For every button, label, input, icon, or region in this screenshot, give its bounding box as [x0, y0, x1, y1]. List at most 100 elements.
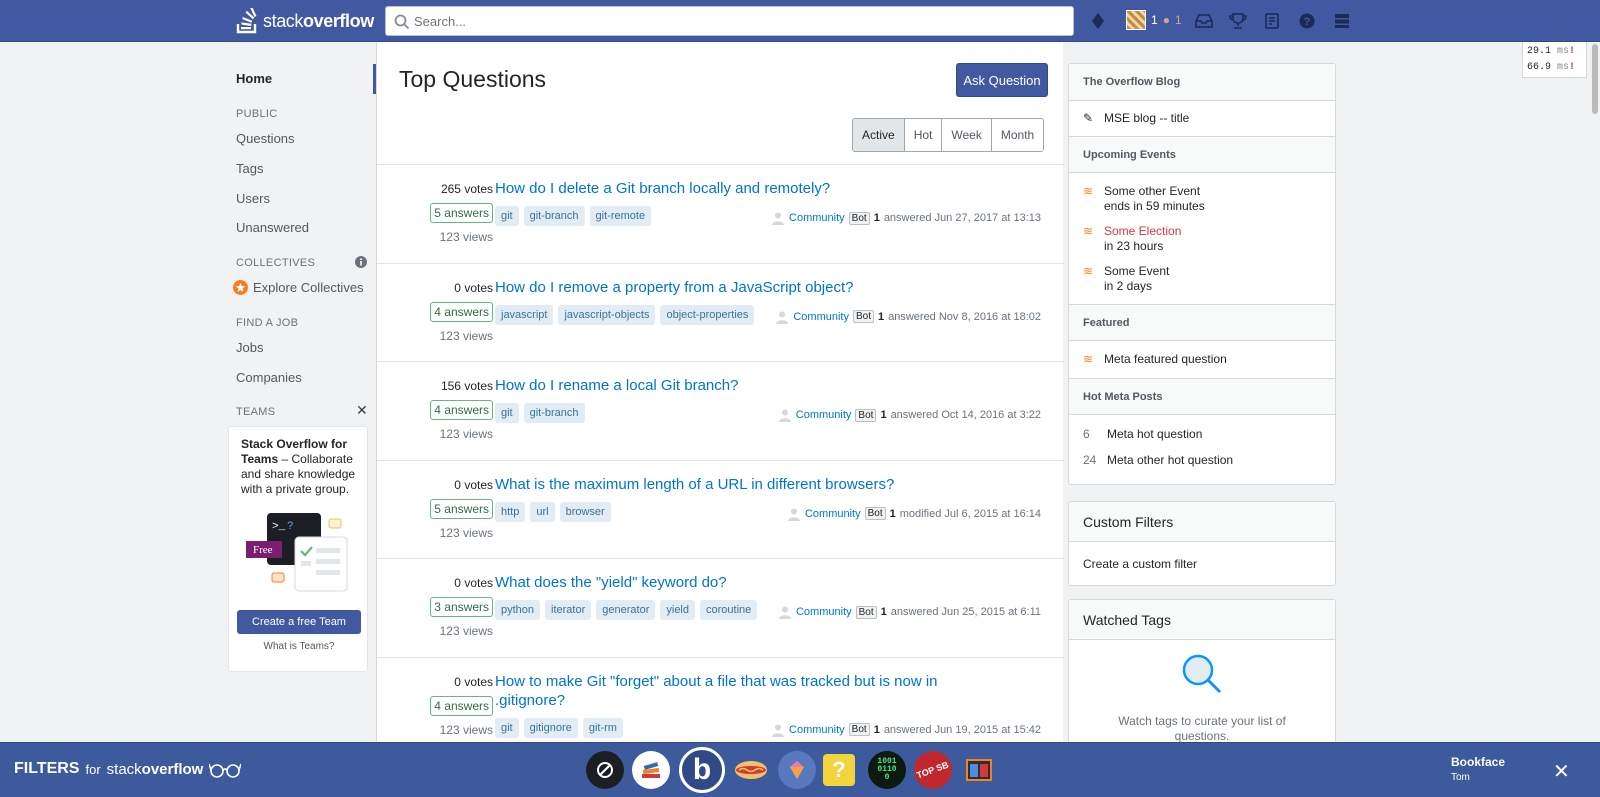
- blog-item[interactable]: ✎ MSE blog -- title: [1083, 111, 1189, 126]
- tag[interactable]: git-rm: [582, 717, 623, 738]
- tag[interactable]: git-branch: [523, 403, 585, 423]
- user-name-link[interactable]: Community: [789, 724, 845, 736]
- hotdog-icon[interactable]: [732, 751, 770, 789]
- search-box[interactable]: [385, 6, 1074, 36]
- answer-count: 4 answers: [430, 695, 493, 716]
- page-title: Top Questions: [399, 66, 547, 92]
- create-team-button[interactable]: Create a free Team: [237, 610, 361, 634]
- user-name-link[interactable]: Community: [796, 606, 852, 618]
- nav-tags[interactable]: Tags: [236, 161, 263, 176]
- question-activity[interactable]: answered Jun 27, 2017 at 13:13: [884, 212, 1041, 224]
- tag[interactable]: git: [495, 403, 519, 423]
- question-title-link[interactable]: How do I rename a local Git branch?: [495, 376, 965, 395]
- nav-questions[interactable]: Questions: [236, 131, 295, 146]
- question-stats: 0 votes 4 answers 123 views: [403, 673, 493, 737]
- what-is-teams-link[interactable]: What is Teams?: [229, 641, 369, 652]
- nav-unanswered[interactable]: Unanswered: [236, 220, 309, 235]
- search-icon: [394, 14, 410, 30]
- featured-item[interactable]: ≋ Meta featured question: [1083, 352, 1227, 367]
- review-icon[interactable]: [1262, 10, 1284, 32]
- gem-icon[interactable]: [778, 751, 816, 789]
- info-icon[interactable]: [355, 255, 367, 273]
- tab-active[interactable]: Active: [853, 119, 904, 151]
- tag[interactable]: object-properties: [660, 304, 755, 325]
- tag[interactable]: git: [495, 717, 519, 738]
- question-tags: python iterator generator yield coroutine: [495, 600, 758, 620]
- search-input[interactable]: [414, 7, 1054, 35]
- block-icon[interactable]: [586, 751, 624, 789]
- user-reputation: 1: [873, 212, 880, 224]
- tag[interactable]: python: [495, 600, 541, 620]
- b-icon[interactable]: b: [679, 747, 725, 793]
- tag[interactable]: yield: [660, 600, 695, 620]
- tag[interactable]: git: [495, 206, 519, 226]
- user-name-link[interactable]: Community: [805, 508, 861, 520]
- election-item[interactable]: ≋ Some Election in 23 hours: [1083, 224, 1181, 254]
- user-name-link[interactable]: Community: [796, 409, 852, 421]
- tag[interactable]: url: [530, 501, 555, 522]
- binary-icon[interactable]: 1001 0110 0: [868, 751, 906, 789]
- user-name-link[interactable]: Community: [789, 212, 845, 224]
- stack-icon[interactable]: [632, 751, 670, 789]
- nav-companies[interactable]: Companies: [236, 370, 302, 385]
- user-name-link[interactable]: Community: [793, 311, 849, 323]
- event-item[interactable]: ≋ Some other Event ends in 59 minutes: [1083, 184, 1205, 214]
- perf-line-1: 29.1 ms!: [1527, 46, 1576, 57]
- question-tags: git gitignore git-rm: [495, 717, 623, 738]
- tag[interactable]: javascript: [495, 304, 554, 325]
- user-profile-link[interactable]: 1 ● 1: [1126, 10, 1182, 30]
- tab-hot[interactable]: Hot: [903, 119, 942, 151]
- hot-meta-item[interactable]: 6 Meta hot question: [1083, 427, 1202, 442]
- bot-badge: Bot: [855, 605, 877, 619]
- question-activity[interactable]: modified Jul 6, 2015 at 16:14: [900, 508, 1041, 520]
- tag[interactable]: git-remote: [589, 206, 652, 226]
- top-sb-icon[interactable]: TOP SB: [914, 751, 952, 789]
- hot-meta-item[interactable]: 24 Meta other hot question: [1083, 453, 1233, 468]
- tag[interactable]: http: [495, 501, 526, 522]
- question-activity[interactable]: answered Jun 19, 2015 at 15:42: [884, 724, 1041, 736]
- tag[interactable]: generator: [596, 600, 656, 620]
- nav-home[interactable]: Home: [228, 64, 376, 94]
- tag[interactable]: browser: [559, 501, 611, 522]
- question-list: 265 votes 5 answers 123 views How do I d…: [377, 164, 1064, 756]
- tag[interactable]: iterator: [545, 600, 592, 620]
- help-icon[interactable]: ?: [1296, 10, 1318, 32]
- nav-jobs[interactable]: Jobs: [236, 340, 263, 355]
- ask-question-button[interactable]: Ask Question: [956, 63, 1048, 97]
- scrollbar-thumb[interactable]: [1592, 44, 1598, 114]
- nav-explore-collectives[interactable]: Explore Collectives: [233, 280, 364, 295]
- question-activity[interactable]: answered Jun 25, 2015 at 6:11: [891, 606, 1041, 618]
- tag[interactable]: gitignore: [523, 717, 578, 738]
- question-title-link[interactable]: What is the maximum length of a URL in d…: [495, 475, 965, 494]
- question-title-link[interactable]: How to make Git "forget" about a file th…: [495, 672, 965, 710]
- user-icon: [772, 212, 785, 225]
- teams-close-icon[interactable]: ✕: [356, 402, 368, 419]
- nav-users[interactable]: Users: [236, 191, 270, 206]
- question-activity[interactable]: answered Oct 14, 2016 at 3:22: [891, 409, 1041, 421]
- window-icon[interactable]: [960, 751, 998, 789]
- question-icon[interactable]: ?: [823, 754, 855, 786]
- tab-month[interactable]: Month: [990, 119, 1044, 151]
- inbox-icon[interactable]: [1193, 10, 1215, 32]
- event-item[interactable]: ≋ Some Event in 2 days: [1083, 264, 1169, 294]
- tab-week[interactable]: Week: [941, 119, 991, 151]
- site-switcher-icon[interactable]: [1331, 10, 1353, 32]
- watched-tags-text: Watch tags to curate your list of questi…: [1118, 714, 1286, 743]
- close-icon[interactable]: ✕: [1553, 759, 1570, 784]
- achievements-icon[interactable]: [1227, 10, 1249, 32]
- scrollbar[interactable]: [1590, 42, 1600, 742]
- question-title-link[interactable]: How do I delete a Git branch locally and…: [495, 179, 965, 198]
- question-title-link[interactable]: What does the "yield" keyword do?: [495, 573, 965, 592]
- question-user-card: Community Bot 1 answered Jun 25, 2015 at…: [778, 605, 1041, 619]
- tag[interactable]: javascript-objects: [558, 304, 656, 325]
- create-filter-link[interactable]: Create a custom filter: [1069, 542, 1335, 586]
- question-stats: 265 votes 5 answers 123 views: [403, 180, 493, 244]
- question-activity[interactable]: answered Nov 8, 2016 at 18:02: [888, 311, 1041, 323]
- diamond-icon[interactable]: [1087, 10, 1109, 32]
- answer-count: 5 answers: [430, 498, 493, 519]
- stackoverflow-logo[interactable]: stackoverflow: [236, 6, 374, 36]
- question-title-link[interactable]: How do I remove a property from a JavaSc…: [495, 278, 965, 297]
- tag[interactable]: coroutine: [700, 600, 758, 620]
- explore-collectives-label: Explore Collectives: [253, 280, 364, 295]
- tag[interactable]: git-branch: [523, 206, 585, 226]
